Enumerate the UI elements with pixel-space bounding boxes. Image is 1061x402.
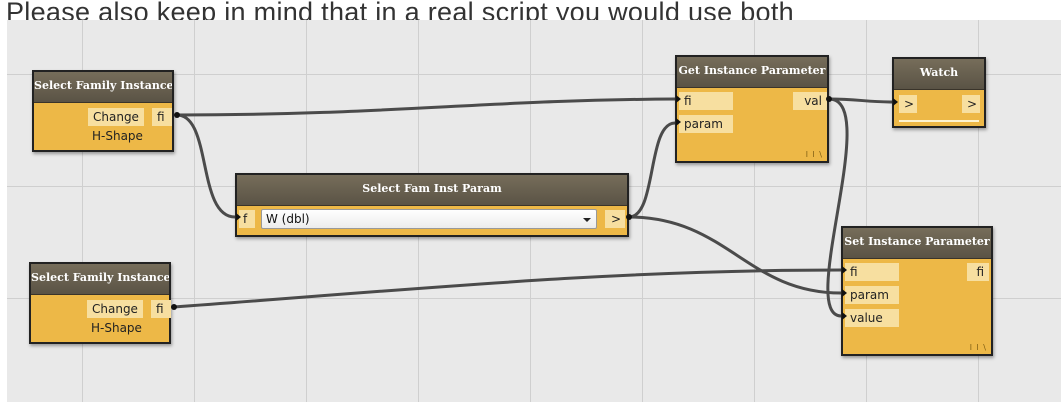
node-title: Set Instance Parameter — [843, 228, 991, 259]
wire-sfip-to-sip-param — [628, 215, 842, 295]
change-button[interactable]: Change — [88, 108, 144, 126]
select-family-instance-node[interactable]: Select Family Instance Change fi H-Shape — [32, 70, 174, 152]
select-fam-inst-param-node[interactable]: Select Fam Inst Param f W (dbl) > — [235, 173, 629, 237]
input-connector-arrow — [842, 289, 847, 297]
output-port[interactable]: > — [962, 95, 980, 113]
dropdown-selected-value: W (dbl) — [266, 212, 310, 226]
node-title: Watch — [894, 59, 984, 90]
output-port-fi[interactable]: fi — [967, 263, 989, 281]
output-connector-dot[interactable] — [171, 304, 177, 310]
selected-element-label: H-Shape — [92, 129, 143, 143]
change-button[interactable]: Change — [87, 300, 143, 318]
input-connector-arrow — [842, 266, 847, 274]
watch-output-area — [899, 120, 979, 122]
input-port[interactable]: > — [899, 95, 917, 113]
node-title: Select Family Instance — [31, 264, 169, 295]
lacing-indicator[interactable]: l l \ — [806, 150, 823, 159]
input-port-fi[interactable]: fi — [845, 263, 899, 281]
node-title: Get Instance Parameter — [677, 57, 827, 88]
input-port-param[interactable]: param — [679, 115, 733, 133]
input-connector-arrow — [676, 118, 681, 126]
output-port-val[interactable]: val — [793, 92, 827, 110]
wire-sfip-to-gip-param — [628, 121, 676, 219]
input-port-value[interactable]: value — [845, 309, 899, 327]
input-connector-arrow — [893, 98, 898, 106]
selected-element-label: H-Shape — [91, 321, 142, 335]
get-instance-parameter-node[interactable]: Get Instance Parameter fi param val l l … — [675, 55, 829, 163]
chevron-down-icon — [583, 218, 591, 222]
input-port-f[interactable]: f — [239, 210, 255, 228]
output-connector-dot[interactable] — [826, 96, 832, 102]
wire-sfi2-to-sip-fi — [173, 268, 842, 309]
input-connector-arrow — [236, 213, 241, 221]
output-connector-dot[interactable] — [174, 112, 180, 118]
watch-node[interactable]: Watch > > — [892, 57, 986, 128]
node-title: Select Family Instance — [34, 72, 172, 103]
parameter-dropdown[interactable]: W (dbl) — [261, 209, 597, 229]
node-canvas[interactable]: Select Family Instance Change fi H-Shape… — [7, 20, 1061, 402]
input-port-fi[interactable]: fi — [679, 92, 733, 110]
node-title: Select Fam Inst Param — [237, 175, 627, 206]
input-connector-arrow — [676, 95, 681, 103]
input-connector-arrow — [842, 312, 847, 320]
set-instance-parameter-node[interactable]: Set Instance Parameter fi param value fi… — [841, 226, 993, 356]
wire-sfi1-to-sfip-f — [176, 113, 236, 219]
output-port-fi[interactable]: fi — [151, 300, 171, 318]
output-port[interactable]: > — [605, 210, 625, 228]
wire-sfi1-to-gip-fi — [176, 97, 676, 117]
select-family-instance-node-2[interactable]: Select Family Instance Change fi H-Shape — [29, 262, 171, 344]
lacing-indicator[interactable]: l l \ — [970, 343, 987, 352]
output-port-fi[interactable]: fi — [152, 108, 172, 126]
input-port-param[interactable]: param — [845, 286, 899, 304]
output-connector-dot[interactable] — [626, 214, 632, 220]
